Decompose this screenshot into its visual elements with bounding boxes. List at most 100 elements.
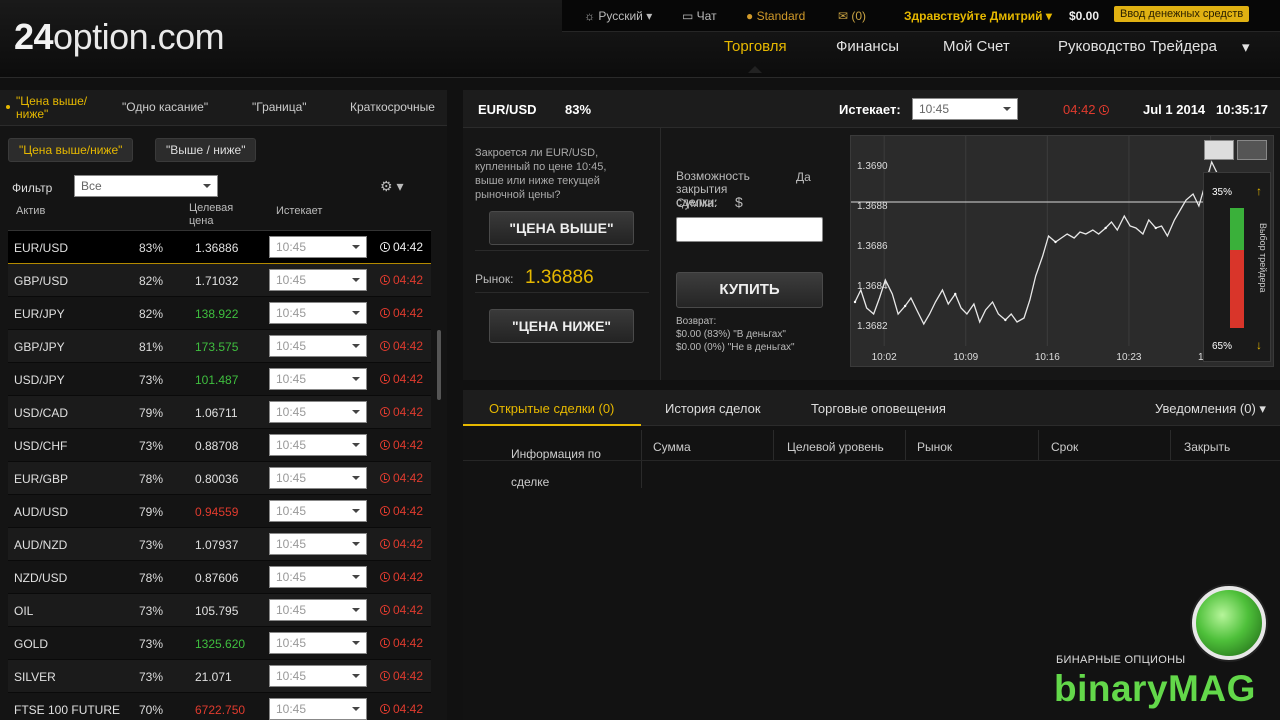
asset-expiry-select[interactable]: 10:45 — [269, 566, 367, 588]
tab-trade-alerts[interactable]: Торговые оповещения — [811, 401, 946, 416]
candle-chart-toggle-icon[interactable] — [1237, 140, 1267, 160]
messages-link[interactable]: ✉ (0) — [838, 9, 866, 23]
asset-expiry-select[interactable]: 10:45 — [269, 302, 367, 324]
tab-high-low[interactable]: "Цена выше/ ниже" — [6, 95, 112, 121]
deposit-button[interactable]: Ввод денежных средств — [1114, 6, 1250, 22]
asset-timer-value: 04:42 — [393, 504, 424, 518]
chat-link[interactable]: ▭ Чат — [682, 9, 717, 23]
col-target-price: Целевая цена — [189, 202, 234, 227]
asset-row[interactable]: FTSE 100 FUTURE 70% 6722.750 10:45 04:42 — [8, 693, 431, 720]
asset-payout: 73% — [139, 604, 164, 618]
tab-short-term[interactable]: Краткосрочные — [350, 100, 435, 114]
asset-payout: 73% — [139, 373, 164, 387]
asset-expiry-select[interactable]: 10:45 — [269, 533, 367, 555]
nav-trading[interactable]: Торговля — [724, 38, 787, 55]
asset-price: 1.36886 — [195, 241, 239, 255]
expiry-select[interactable]: 10:45 — [912, 98, 1018, 120]
asset-row[interactable]: SILVER 73% 21.071 10:45 04:42 — [8, 660, 431, 693]
amount-input[interactable] — [676, 217, 823, 242]
asset-timer: 04:42 — [380, 636, 423, 650]
asset-expiry-select[interactable]: 10:45 — [269, 500, 367, 522]
asset-row[interactable]: EUR/JPY 82% 138.922 10:45 04:42 — [8, 297, 431, 330]
clock-icon — [380, 374, 390, 384]
assets-scrollbar[interactable] — [437, 330, 441, 400]
logo[interactable]: 24option.com — [14, 16, 225, 58]
deals-tabs: Открытые сделки (0) История сделок Торго… — [463, 390, 1280, 426]
asset-row[interactable]: GBP/JPY 81% 173.575 10:45 04:42 — [8, 330, 431, 363]
asset-expiry-select[interactable]: 10:45 — [269, 335, 367, 357]
y-tick-label: 1.3682 — [857, 321, 888, 332]
asset-price: 0.94559 — [195, 505, 239, 519]
subtab-high-low[interactable]: "Цена выше/ниже" — [8, 138, 134, 162]
nav-finance[interactable]: Финансы — [836, 38, 899, 55]
messages-count: (0) — [851, 9, 867, 23]
close-option-yes[interactable]: Да — [796, 170, 811, 184]
clock-icon — [380, 539, 390, 549]
asset-row[interactable]: NZD/USD 78% 0.87606 10:45 04:42 — [8, 561, 431, 594]
asset-timer-value: 04:42 — [393, 702, 424, 716]
asset-row[interactable]: EUR/USD 83% 1.36886 10:45 04:42 — [8, 231, 431, 264]
asset-payout: 73% — [139, 439, 164, 453]
notifications-menu[interactable]: Уведомления (0) ▾ — [1155, 401, 1266, 417]
user-menu[interactable]: Здравствуйте Дмитрий ▾ — [904, 9, 1052, 23]
asset-expiry-select[interactable]: 10:45 — [269, 698, 367, 720]
price-up-button[interactable]: "ЦЕНА ВЫШЕ" — [489, 211, 634, 245]
subtab-above-below[interactable]: "Выше / ниже" — [155, 138, 257, 162]
asset-name: NZD/USD — [14, 571, 68, 585]
tab-one-touch[interactable]: "Одно касание" — [122, 100, 208, 114]
buy-button[interactable]: КУПИТЬ — [676, 272, 823, 308]
asset-expiry-select[interactable]: 10:45 — [269, 368, 367, 390]
asset-row[interactable]: USD/JPY 73% 101.487 10:45 04:42 — [8, 363, 431, 396]
chat-label: Чат — [696, 9, 717, 23]
nav-my-account[interactable]: Мой Счет — [943, 38, 1010, 55]
divider — [773, 430, 774, 460]
asset-payout: 79% — [139, 505, 164, 519]
clock-icon — [380, 638, 390, 648]
arrow-up-icon: ↑ — [1256, 184, 1262, 198]
clock-icon — [380, 506, 390, 516]
price-point — [1104, 226, 1107, 230]
asset-payout: 73% — [139, 670, 164, 684]
price-down-button[interactable]: "ЦЕНА НИЖЕ" — [489, 309, 634, 343]
assets-list: EUR/USD 83% 1.36886 10:45 04:42 GBP/USD 82% 1.7… — [8, 231, 431, 720]
asset-expiry-select[interactable]: 10:45 — [269, 665, 367, 687]
logo-text: option.com — [53, 16, 225, 57]
tab-open-deals[interactable]: Открытые сделки (0) — [489, 401, 614, 416]
sentiment-up-fill — [1230, 208, 1244, 250]
asset-price: 101.487 — [195, 373, 239, 387]
nav-trader-guide[interactable]: Руководство Трейдера — [1058, 38, 1217, 55]
market-label: Рынок: — [475, 272, 514, 286]
asset-timer-value: 04:42 — [393, 372, 424, 386]
asset-expiry-select[interactable]: 10:45 — [269, 467, 367, 489]
language-selector[interactable]: ☼ Русский ▾ — [584, 9, 652, 23]
asset-name: USD/CAD — [14, 406, 69, 420]
asset-payout: 78% — [139, 472, 164, 486]
asset-timer-value: 04:42 — [393, 636, 424, 650]
nav-more-icon[interactable]: ▾ — [1242, 38, 1250, 56]
sentiment-down-fill — [1230, 250, 1244, 328]
asset-row[interactable]: USD/CAD 79% 1.06711 10:45 04:42 — [8, 396, 431, 429]
asset-row[interactable]: AUD/NZD 73% 1.07937 10:45 04:42 — [8, 528, 431, 561]
asset-row[interactable]: USD/CHF 73% 0.88708 10:45 04:42 — [8, 429, 431, 462]
trade-box: EUR/USD 83% Истекает: 10:45 04:42 Jul 1 … — [463, 90, 1280, 380]
tab-boundary[interactable]: "Граница" — [252, 100, 307, 114]
asset-row[interactable]: GOLD 73% 1325.620 10:45 04:42 — [8, 627, 431, 660]
asset-row[interactable]: GBP/USD 82% 1.71032 10:45 04:42 — [8, 264, 431, 297]
asset-expiry-select[interactable]: 10:45 — [269, 401, 367, 423]
asset-row[interactable]: OIL 73% 105.795 10:45 04:42 — [8, 594, 431, 627]
asset-payout: 83% — [139, 241, 164, 255]
asset-expiry-select[interactable]: 10:45 — [269, 269, 367, 291]
line-chart-toggle-icon[interactable] — [1204, 140, 1234, 160]
divider — [475, 292, 649, 293]
filter-select[interactable]: Все — [74, 175, 218, 197]
asset-expiry-select[interactable]: 10:45 — [269, 632, 367, 654]
asset-expiry-select[interactable]: 10:45 — [269, 236, 367, 258]
asset-timer: 04:42 — [380, 240, 423, 254]
asset-row[interactable]: EUR/GBP 78% 0.80036 10:45 04:42 — [8, 462, 431, 495]
col-amount: Сумма — [653, 440, 691, 454]
gear-icon[interactable]: ⚙ ▾ — [380, 178, 403, 195]
asset-expiry-select[interactable]: 10:45 — [269, 599, 367, 621]
asset-expiry-select[interactable]: 10:45 — [269, 434, 367, 456]
asset-row[interactable]: AUD/USD 79% 0.94559 10:45 04:42 — [8, 495, 431, 528]
tab-deal-history[interactable]: История сделок — [665, 401, 761, 416]
